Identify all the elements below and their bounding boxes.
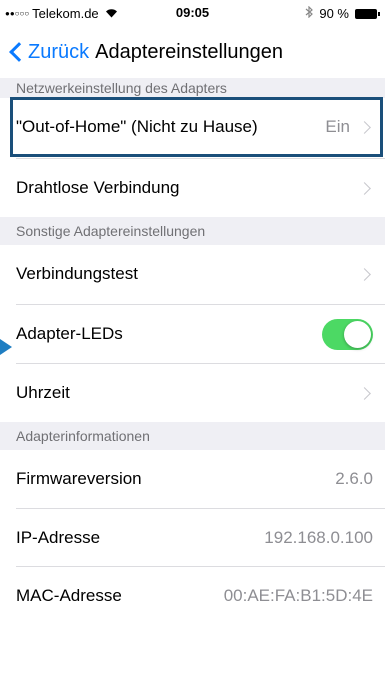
- adapter-leds-label: Adapter-LEDs: [16, 324, 123, 343]
- out-of-home-value: Ein: [325, 117, 350, 136]
- mac-address-value: 00:AE:FA:B1:5D:4E: [223, 586, 373, 605]
- firmware-version-label: Firmwareversion: [16, 469, 142, 488]
- row-connection-test[interactable]: Verbindungstest: [0, 245, 385, 303]
- out-of-home-label: "Out-of-Home" (Nicht zu Hause): [16, 117, 258, 136]
- back-button-label: Zurück: [28, 40, 90, 63]
- row-wireless-connection[interactable]: Drahtlose Verbindung: [0, 159, 385, 217]
- section-header-info: Adapterinformationen: [0, 422, 385, 450]
- navigation-bar: Zurück Adaptereinstellungen: [0, 26, 385, 78]
- chevron-right-icon: [358, 120, 371, 134]
- row-firmware-version: Firmwareversion 2.6.0: [0, 450, 385, 508]
- chevron-right-icon: [358, 267, 371, 281]
- row-mac-address: MAC-Adresse 00:AE:FA:B1:5D:4E: [0, 567, 385, 625]
- battery-icon: [355, 8, 380, 19]
- back-button[interactable]: Zurück: [6, 41, 89, 64]
- section-header-network: Netzwerkeinstellung des Adapters: [0, 78, 385, 98]
- page-title: Adaptereinstellungen: [95, 40, 284, 63]
- row-adapter-leds: Adapter-LEDs: [0, 305, 385, 363]
- bluetooth-icon: [305, 5, 314, 21]
- status-right: 90 %: [305, 5, 380, 21]
- battery-percent: 90 %: [319, 6, 349, 21]
- row-out-of-home[interactable]: "Out-of-Home" (Nicht zu Hause) Ein: [0, 98, 385, 156]
- ip-address-value: 192.168.0.100: [264, 528, 373, 547]
- row-time[interactable]: Uhrzeit: [0, 364, 385, 422]
- pointer-arrow-icon: [0, 339, 12, 355]
- mac-address-label: MAC-Adresse: [16, 586, 122, 605]
- firmware-version-value: 2.6.0: [335, 469, 373, 488]
- connection-test-label: Verbindungstest: [16, 264, 138, 283]
- chevron-right-icon: [358, 386, 371, 400]
- section-header-other: Sonstige Adaptereinstellungen: [0, 217, 385, 245]
- toggle-knob: [344, 320, 371, 348]
- time-label: Uhrzeit: [16, 383, 70, 402]
- row-ip-address: IP-Adresse 192.168.0.100: [0, 509, 385, 567]
- chevron-left-icon: [9, 42, 29, 62]
- adapter-leds-toggle[interactable]: [322, 318, 373, 350]
- wireless-connection-label: Drahtlose Verbindung: [16, 178, 180, 197]
- ip-address-label: IP-Adresse: [16, 528, 101, 547]
- chevron-right-icon: [358, 181, 371, 195]
- status-bar: ●●○○○ Telekom.de 09:05 90 %: [0, 0, 385, 26]
